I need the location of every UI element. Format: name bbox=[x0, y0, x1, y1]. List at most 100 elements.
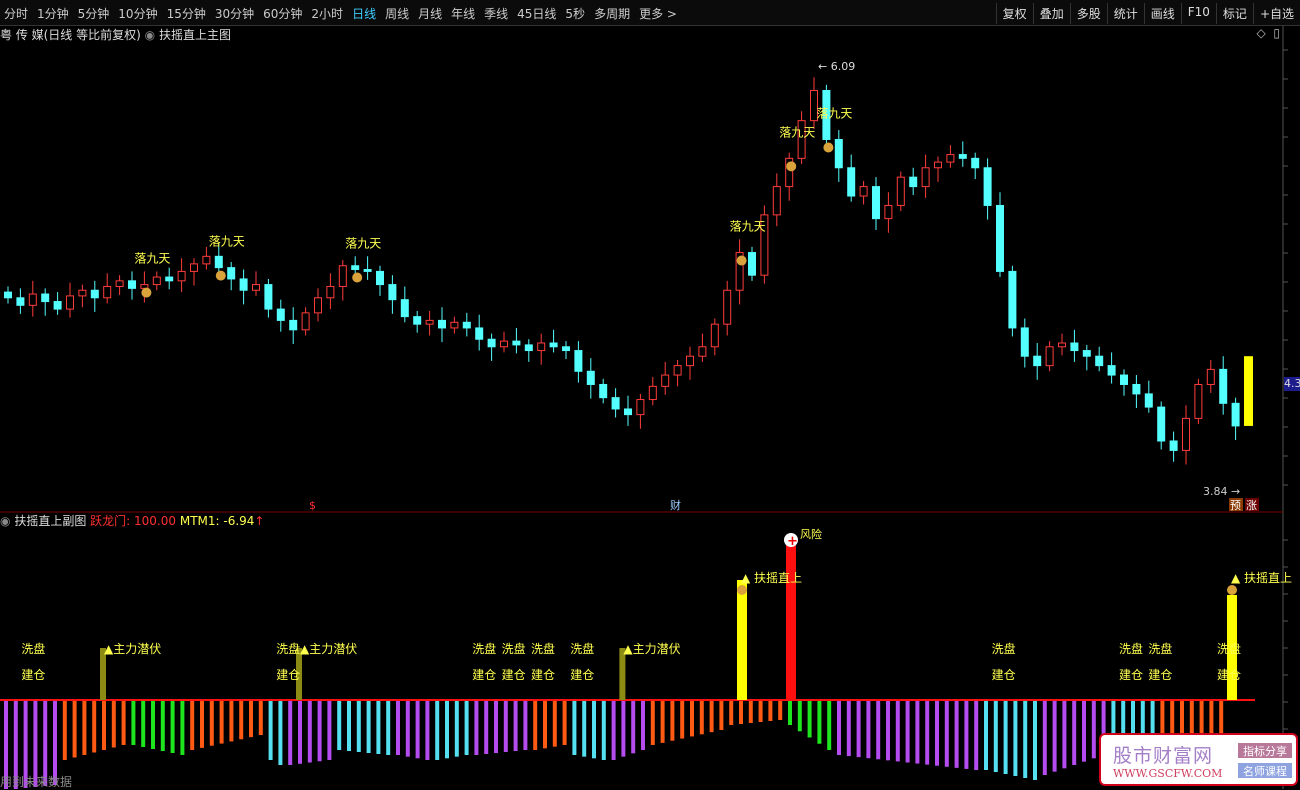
candle bbox=[723, 289, 732, 325]
build-label: 建仓 bbox=[1148, 668, 1172, 682]
candle bbox=[748, 252, 756, 276]
mtm-bar bbox=[631, 700, 636, 754]
mtm-bar bbox=[572, 700, 577, 755]
mtm-bar bbox=[288, 700, 293, 765]
wash-label: 洗盘 bbox=[1217, 641, 1241, 656]
signal-bar bbox=[737, 580, 747, 700]
candle bbox=[624, 408, 632, 416]
mtm-bar bbox=[758, 700, 763, 722]
mtm-bar bbox=[219, 700, 224, 744]
candle bbox=[1219, 368, 1228, 404]
candle bbox=[363, 269, 372, 272]
mtm-bar bbox=[258, 700, 263, 735]
signal-fall-label: 落九天 bbox=[730, 220, 766, 234]
forecast-candle bbox=[1244, 356, 1253, 426]
risk-label: 风险 bbox=[800, 527, 822, 541]
candle bbox=[1033, 355, 1042, 367]
candle bbox=[859, 186, 868, 197]
wash-label: 洗盘 bbox=[472, 641, 496, 656]
candle bbox=[636, 399, 645, 416]
mtm-bar bbox=[1219, 700, 1224, 735]
candle bbox=[413, 316, 422, 325]
mtm-bar bbox=[974, 700, 979, 770]
candle bbox=[115, 280, 124, 287]
mtm-bar bbox=[82, 700, 87, 755]
signal-fall-label: 落九天 bbox=[816, 106, 852, 120]
candle bbox=[524, 344, 533, 352]
build-label: 建仓 bbox=[570, 668, 594, 682]
candle bbox=[500, 340, 508, 348]
wash-label: 洗盘 bbox=[1119, 641, 1143, 656]
candle bbox=[16, 297, 25, 306]
mtm-bar bbox=[719, 700, 724, 730]
mtm-bar bbox=[846, 700, 851, 757]
mtm-bar bbox=[190, 700, 195, 750]
candle bbox=[710, 323, 719, 348]
candle bbox=[53, 301, 62, 310]
mtm-bar bbox=[925, 700, 930, 765]
wash-label: 洗盘 bbox=[1148, 641, 1172, 656]
mtm-bar bbox=[778, 700, 783, 720]
mtm-bar bbox=[984, 700, 988, 770]
candle bbox=[152, 276, 161, 286]
candle bbox=[909, 176, 918, 188]
build-label: 建仓 bbox=[502, 668, 526, 682]
mtm-bar bbox=[944, 700, 949, 767]
mtm-bar bbox=[121, 700, 126, 745]
mtm-bar bbox=[249, 700, 253, 738]
finance-marker: 财 bbox=[670, 498, 681, 512]
money-bag-icon bbox=[786, 161, 797, 172]
candle bbox=[450, 321, 459, 329]
candle bbox=[202, 255, 211, 265]
mtm-bar bbox=[582, 700, 587, 757]
build-label: 建仓 bbox=[21, 668, 45, 682]
mtm-bar bbox=[660, 700, 665, 743]
wash-label: 洗盘 bbox=[276, 641, 300, 656]
current-price-tag: 4.3 bbox=[1284, 377, 1300, 391]
candle bbox=[611, 397, 620, 410]
lurk-label: ▲主力潜伏 bbox=[104, 642, 161, 656]
mtm-bar bbox=[356, 700, 361, 752]
mtm-bar bbox=[347, 700, 351, 751]
mtm-bar bbox=[856, 700, 861, 758]
mtm-bar bbox=[445, 700, 449, 759]
mtm-bar bbox=[229, 700, 234, 742]
candle bbox=[1206, 368, 1215, 385]
mtm-bar bbox=[788, 700, 792, 725]
mtm-bar bbox=[552, 700, 557, 747]
money-bag-icon bbox=[215, 270, 226, 281]
sub-indicator-name[interactable]: 扶摇直上副图 bbox=[14, 514, 86, 528]
mtm-bar bbox=[562, 700, 567, 745]
candle bbox=[1231, 402, 1240, 427]
watermark-btn-share[interactable]: 指标分享 bbox=[1238, 743, 1292, 758]
candle bbox=[562, 346, 570, 352]
mtm-bar bbox=[1052, 700, 1057, 772]
rise-label: ▲ 扶摇直上 bbox=[741, 570, 802, 585]
money-bag-icon bbox=[737, 585, 747, 595]
watermark-logo: 股市财富网 WWW.GSCFW.COM 指标分享 名师课程 bbox=[1099, 733, 1298, 786]
mtm-bar bbox=[405, 700, 410, 757]
kline-chart[interactable]: 落九天落九天 落九天落九天落九天落九天← 6.093.84 →预 涨$ 财洗盘建仓洗盘… bbox=[0, 0, 1300, 789]
mtm-bar bbox=[327, 700, 332, 760]
watermark-btn-course[interactable]: 名师课程 bbox=[1238, 763, 1292, 778]
candle bbox=[28, 293, 37, 306]
mtm-bar bbox=[543, 700, 547, 749]
mtm-bar bbox=[954, 700, 959, 768]
money-bag-icon bbox=[736, 255, 747, 266]
mtm-bar bbox=[494, 700, 498, 753]
mtm-bar bbox=[376, 700, 381, 754]
mtm-bar bbox=[866, 700, 871, 759]
candle bbox=[227, 267, 236, 280]
low-price-label: 3.84 → bbox=[1203, 485, 1240, 498]
sub-toggle-icon[interactable]: ◉ bbox=[0, 514, 10, 528]
mtm-bar bbox=[396, 700, 400, 755]
candle bbox=[165, 276, 174, 282]
candle bbox=[1157, 406, 1166, 442]
mtm-bar bbox=[523, 700, 528, 750]
candle bbox=[289, 319, 298, 331]
candle bbox=[1194, 383, 1203, 419]
line2-value: MTM1: -6.94 bbox=[179, 514, 255, 528]
mtm-bar bbox=[209, 700, 214, 746]
mtm-bar bbox=[611, 700, 616, 760]
mtm-bar bbox=[1072, 700, 1077, 765]
